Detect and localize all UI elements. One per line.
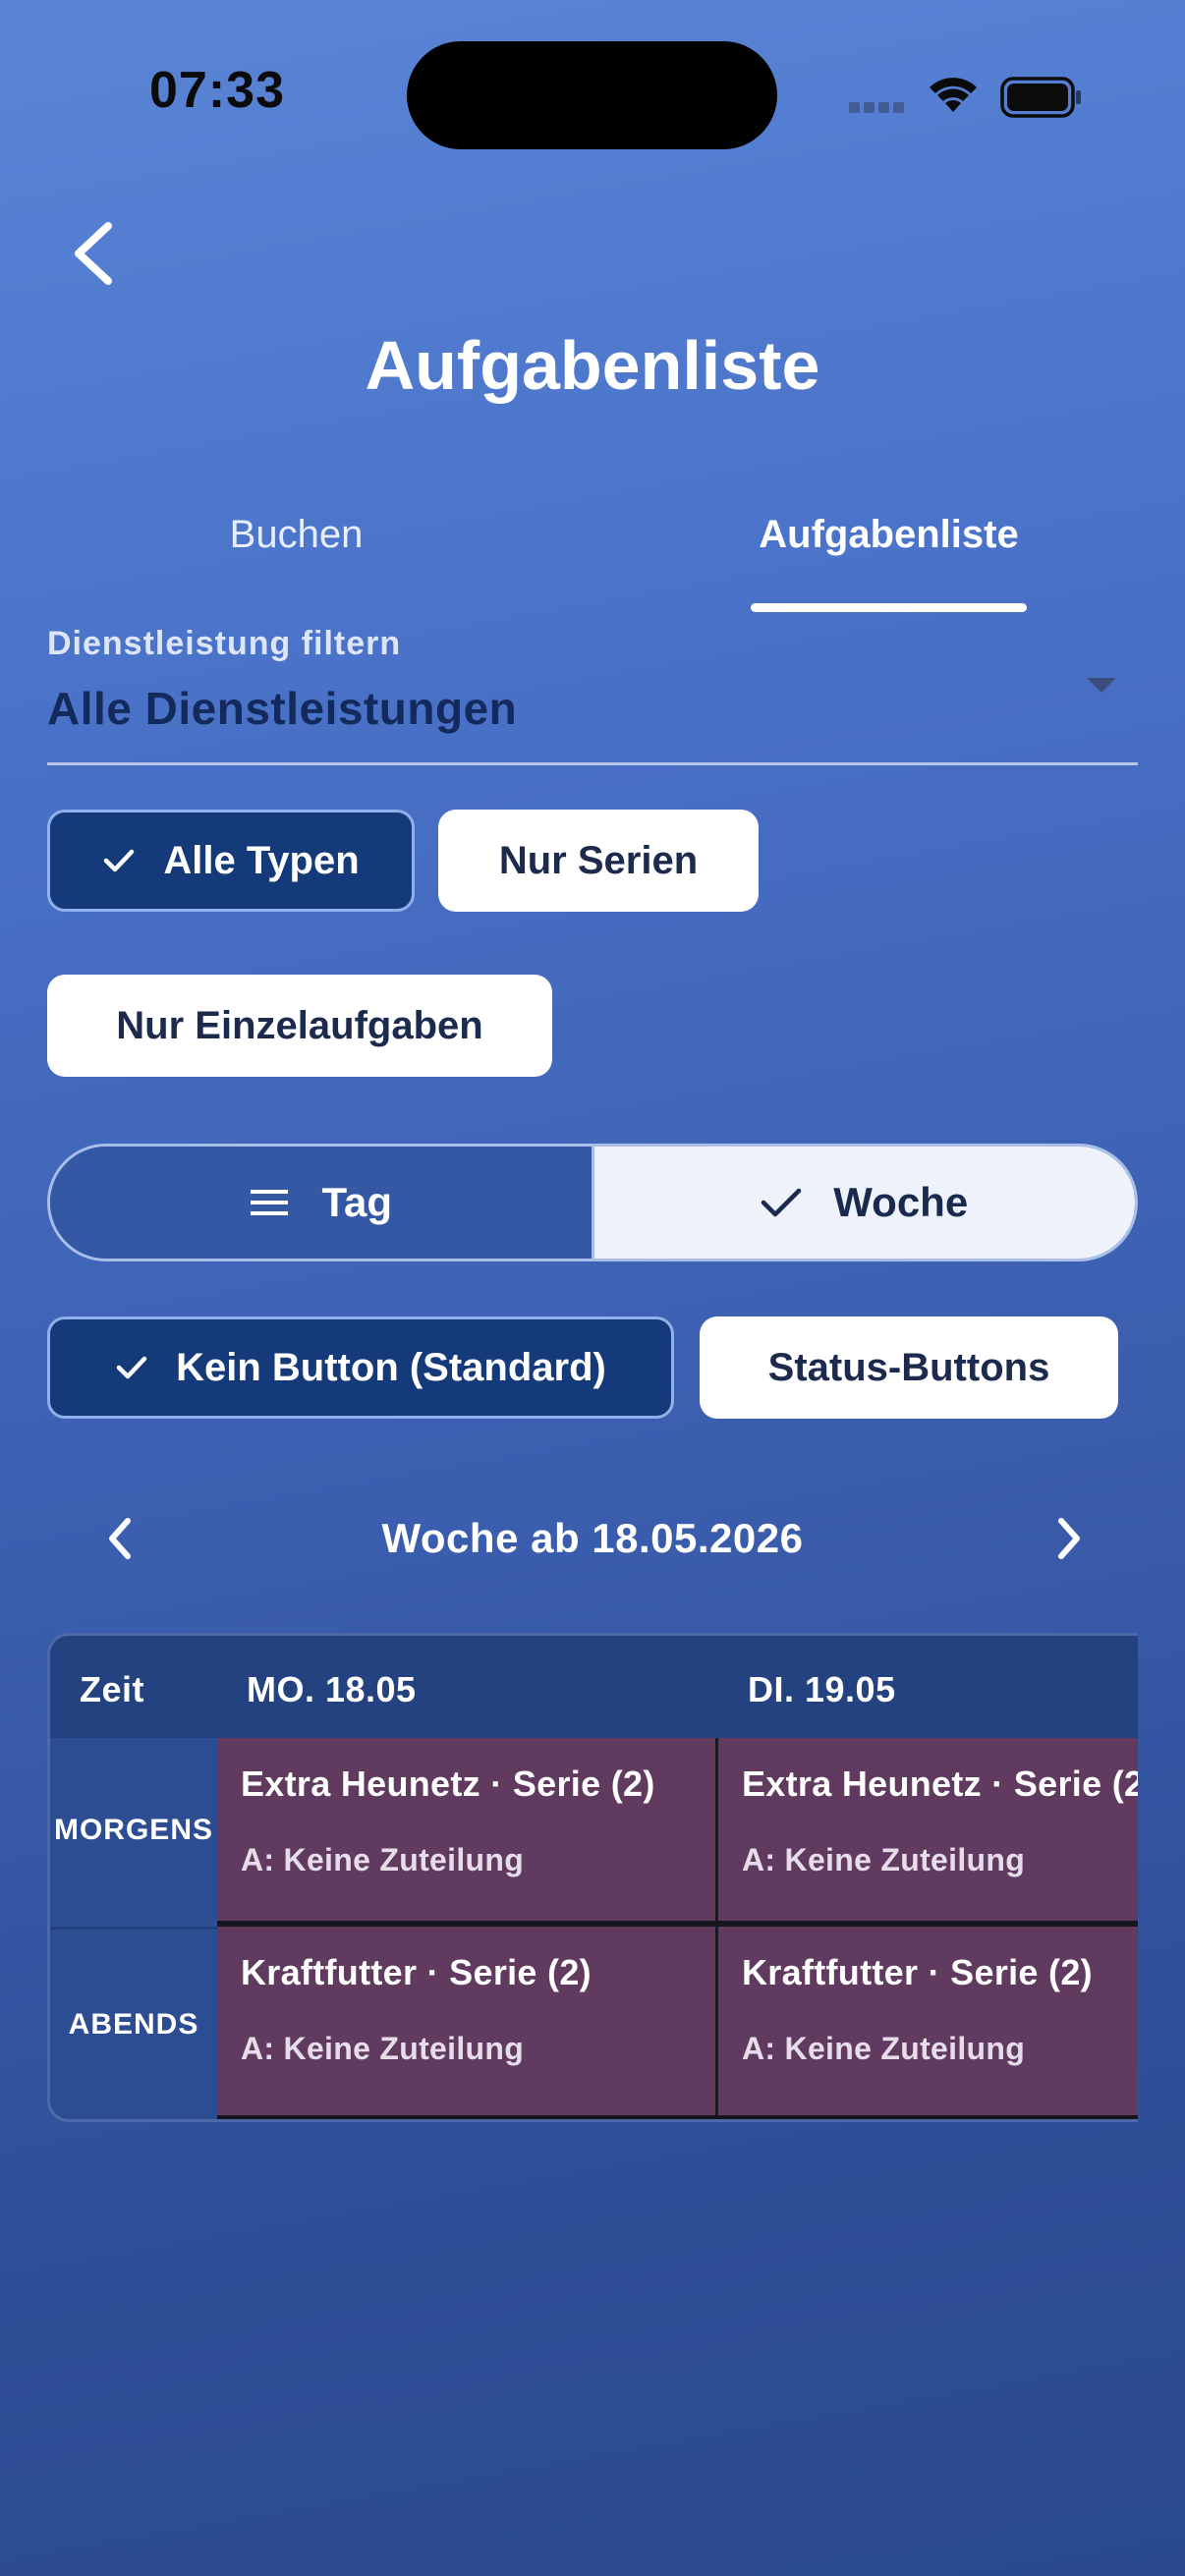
time-slot-evening: ABENDS (50, 1927, 217, 2119)
toggle-week[interactable]: Woche (593, 1147, 1135, 1259)
row-divider (217, 2115, 1138, 2119)
header-day-1: MO. 18.05 (247, 1669, 417, 1709)
list-icon (251, 1190, 289, 1215)
task-assignee: A: Keine Zuteilung (241, 2031, 525, 2066)
toggle-week-label: Woche (833, 1179, 969, 1225)
chip-series-only[interactable]: Nur Serien (438, 810, 759, 912)
header-day-2: DI. 19.05 (748, 1669, 896, 1709)
dynamic-island (407, 41, 777, 149)
caret-down-icon[interactable] (1087, 678, 1116, 693)
tab-aufgabenliste[interactable]: Aufgabenliste (592, 513, 1185, 557)
cell-divider (715, 1738, 718, 1923)
check-icon (762, 1188, 802, 1217)
chip-label: Kein Button (Standard) (176, 1345, 606, 1389)
back-button[interactable] (65, 218, 124, 287)
header-time: Zeit (80, 1669, 145, 1709)
battery-icon (1000, 77, 1081, 118)
task-title: Extra Heunetz · Serie (2) (742, 1764, 1138, 1804)
signal-icon (849, 102, 904, 113)
chip-label: Status-Buttons (767, 1345, 1050, 1389)
chip-all-types[interactable]: Alle Typen (47, 810, 415, 912)
chevron-left-icon (75, 222, 112, 285)
status-icons (847, 69, 1083, 124)
check-icon (104, 849, 135, 872)
filter-label: Dienstleistung filtern (47, 625, 402, 662)
task-cell[interactable]: Extra Heunetz · Serie (2) A: Keine Zutei… (718, 1738, 1138, 1923)
tab-buchen[interactable]: Buchen (0, 513, 592, 557)
filter-value[interactable]: Alle Dienstleistungen (47, 682, 517, 735)
chip-label: Nur Einzelaufgaben (116, 1003, 483, 1047)
toggle-day-label: Tag (321, 1179, 393, 1225)
status-time: 07:33 (149, 62, 285, 119)
toggle-day[interactable]: Tag (50, 1147, 594, 1259)
table-header: Zeit MO. 18.05 DI. 19.05 (50, 1636, 1138, 1738)
active-tab-indicator (751, 603, 1027, 612)
task-cell[interactable]: Kraftfutter · Serie (2) A: Keine Zuteilu… (718, 1927, 1138, 2117)
task-title: Kraftfutter · Serie (2) (742, 1952, 1093, 1992)
cell-divider (715, 1927, 718, 2117)
chip-label: Alle Typen (163, 838, 360, 882)
check-icon (116, 1356, 147, 1379)
task-title: Extra Heunetz · Serie (2) (241, 1764, 655, 1804)
week-label: Woche ab 18.05.2026 (381, 1515, 804, 1561)
page-title: Aufgabenliste (365, 327, 820, 404)
wifi-icon (930, 78, 977, 112)
schedule-table: Zeit MO. 18.05 DI. 19.05 MORGENS Extra H… (47, 1633, 1138, 2122)
task-assignee: A: Keine Zuteilung (241, 1842, 525, 1877)
chip-no-button[interactable]: Kein Button (Standard) (47, 1316, 674, 1419)
view-toggle: Tag Woche (47, 1144, 1138, 1261)
chip-single-tasks-only[interactable]: Nur Einzelaufgaben (47, 975, 552, 1077)
task-title: Kraftfutter · Serie (2) (241, 1952, 592, 1992)
task-assignee: A: Keine Zuteilung (742, 1842, 1026, 1877)
filter-underline (47, 762, 1138, 765)
task-cell[interactable]: Kraftfutter · Serie (2) A: Keine Zuteilu… (217, 1927, 715, 2117)
next-week-button[interactable] (1051, 1513, 1087, 1564)
task-cell[interactable]: Extra Heunetz · Serie (2) A: Keine Zutei… (217, 1738, 715, 1923)
task-assignee: A: Keine Zuteilung (742, 2031, 1026, 2066)
time-slot-morning: MORGENS (50, 1738, 217, 1923)
chevron-right-icon (1058, 1518, 1080, 1559)
chip-label: Nur Serien (498, 838, 699, 882)
chip-status-buttons[interactable]: Status-Buttons (700, 1316, 1118, 1419)
